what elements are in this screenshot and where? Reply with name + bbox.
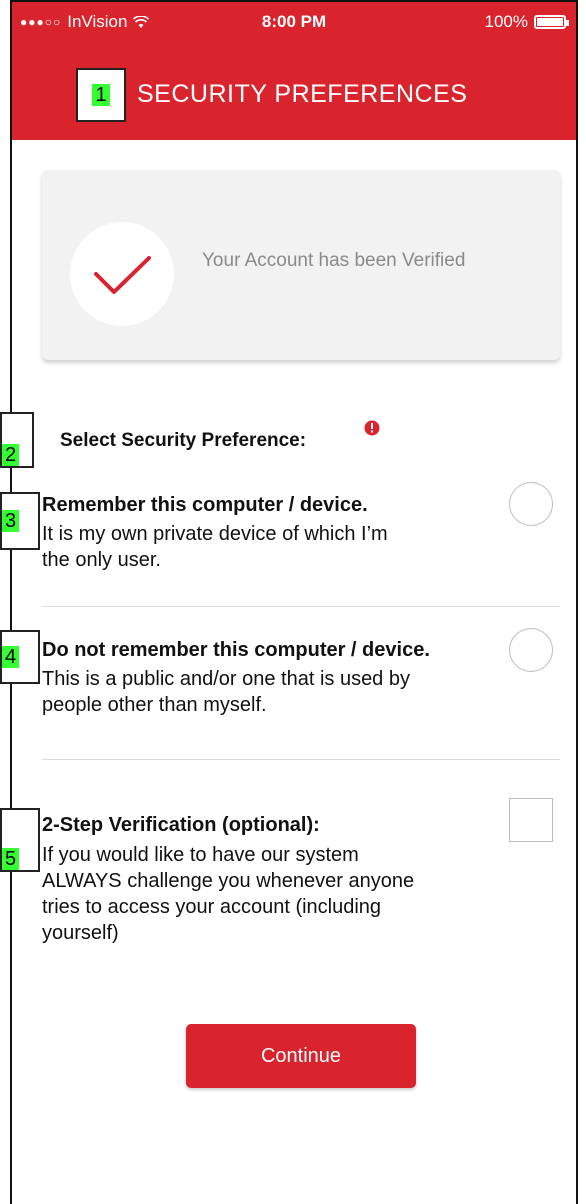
annotation-marker-3: 3 [0, 492, 40, 550]
annotation-marker-5: 5 [0, 808, 40, 872]
phone-screen: ●●●○○ InVision 8:00 PM 100% 1 SECURITY P… [0, 0, 578, 1204]
check-badge [70, 222, 174, 326]
annotation-marker-1: 1 [76, 68, 126, 122]
battery-icon [534, 15, 569, 29]
annotation-label: 5 [2, 848, 20, 870]
two-step-desc: If you would like to have our system ALW… [42, 842, 482, 946]
divider [42, 606, 560, 607]
desc-line: It is my own private device of which I’m [42, 523, 388, 545]
annotation-label: 4 [2, 646, 20, 668]
desc-line: tries to access your account (including [42, 896, 382, 918]
annotation-marker-2: 2 [0, 412, 34, 468]
remember-device-radio[interactable] [509, 482, 553, 526]
do-not-remember-device-radio[interactable] [509, 628, 553, 672]
annotation-label: 3 [2, 510, 20, 532]
divider [42, 759, 560, 760]
option-do-not-remember-desc: This is a public and/or one that is used… [42, 666, 482, 718]
option-remember-desc: It is my own private device of which I’m… [42, 521, 482, 573]
two-step-title: 2-Step Verification (optional): [42, 814, 320, 836]
desc-line: people other than myself. [42, 694, 267, 716]
page-title: SECURITY PREFERENCES [137, 80, 468, 108]
status-bar: ●●●○○ InVision 8:00 PM 100% [12, 2, 576, 42]
two-step-checkbox[interactable] [509, 798, 553, 842]
info-icon[interactable] [364, 420, 380, 436]
option-remember-title: Remember this computer / device. [42, 494, 368, 516]
annotation-label: 1 [92, 84, 110, 106]
verified-message: Your Account has been Verified [202, 250, 466, 271]
preference-section-title: Select Security Preference: [60, 430, 307, 451]
status-right: 100% [484, 12, 569, 32]
desc-line: yourself) [42, 922, 119, 944]
desc-line: the only user. [42, 549, 161, 571]
header-bar: ●●●○○ InVision 8:00 PM 100% 1 SECURITY P… [12, 2, 576, 140]
desc-line: If you would like to have our system [42, 844, 359, 866]
battery-percent: 100% [484, 12, 528, 31]
option-do-not-remember-title: Do not remember this computer / device. [42, 639, 430, 661]
annotation-marker-4: 4 [0, 630, 40, 684]
verified-card: Your Account has been Verified [42, 170, 560, 360]
annotation-label: 2 [2, 444, 20, 466]
check-icon [94, 256, 151, 294]
desc-line: ALWAYS challenge you whenever anyone [42, 870, 415, 892]
desc-line: This is a public and/or one that is used… [42, 668, 410, 690]
continue-button[interactable]: Continue [186, 1024, 416, 1088]
